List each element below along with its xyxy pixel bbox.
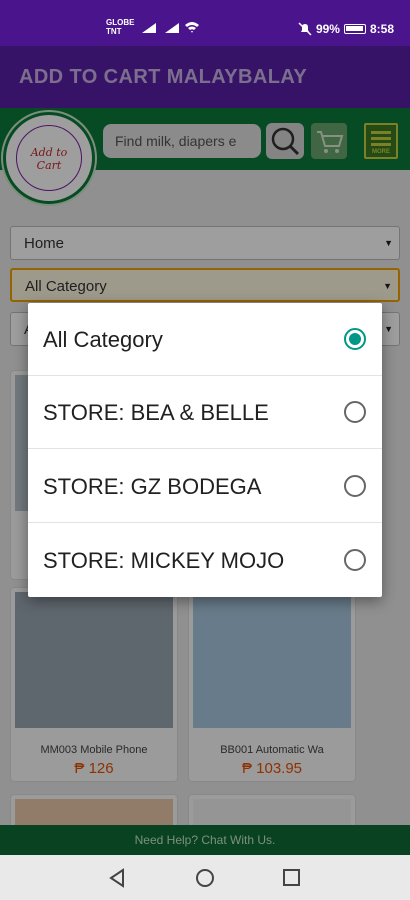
wifi-icon (185, 22, 199, 33)
option-all-category[interactable]: All Category (28, 303, 382, 376)
carrier-label: GLOBE TNT (106, 18, 135, 36)
radio-unchecked-icon[interactable] (344, 401, 366, 423)
status-bar: GLOBE TNT 99% 8:58 (0, 0, 410, 46)
signal-icon (142, 23, 156, 33)
signal-icon (165, 23, 179, 33)
battery-icon (343, 24, 366, 34)
battery-percent: 99% (315, 22, 340, 36)
back-icon[interactable] (108, 868, 128, 888)
home-icon[interactable] (195, 868, 215, 888)
option-bea-belle[interactable]: STORE: BEA & BELLE (28, 376, 382, 449)
clock: 8:58 (369, 22, 394, 36)
radio-unchecked-icon[interactable] (344, 475, 366, 497)
mute-icon (298, 22, 312, 36)
category-picker-dialog: All Category STORE: BEA & BELLE STORE: G… (28, 303, 382, 597)
system-nav-bar (0, 855, 410, 900)
recents-icon[interactable] (282, 868, 302, 888)
option-gz-bodega[interactable]: STORE: GZ BODEGA (28, 450, 382, 523)
radio-checked-icon[interactable] (344, 328, 366, 350)
radio-unchecked-icon[interactable] (344, 549, 366, 571)
option-mickey-mojo[interactable]: STORE: MICKEY MOJO (28, 524, 382, 597)
